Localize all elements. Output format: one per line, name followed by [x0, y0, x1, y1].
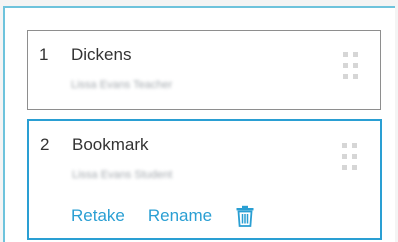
list-item[interactable]: 1 Dickens Lissa Evans Teacher: [27, 30, 381, 110]
item-number: 2: [40, 135, 50, 154]
rename-button[interactable]: Rename: [148, 206, 212, 226]
drag-handle-icon[interactable]: [343, 52, 363, 82]
item-title: Bookmark: [72, 135, 149, 154]
trash-icon[interactable]: [235, 205, 255, 227]
item-subtitle: Lissa Evans Teacher: [71, 79, 173, 91]
item-actions: Retake Rename: [71, 205, 255, 227]
list-item-selected[interactable]: 2 Bookmark Lissa Evans Student Retake Re…: [27, 119, 382, 240]
item-number: 1: [39, 45, 49, 64]
item-subtitle: Lissa Evans Student: [72, 169, 173, 181]
retake-button[interactable]: Retake: [71, 206, 125, 226]
item-title: Dickens: [71, 45, 132, 64]
drag-handle-icon[interactable]: [342, 143, 362, 173]
